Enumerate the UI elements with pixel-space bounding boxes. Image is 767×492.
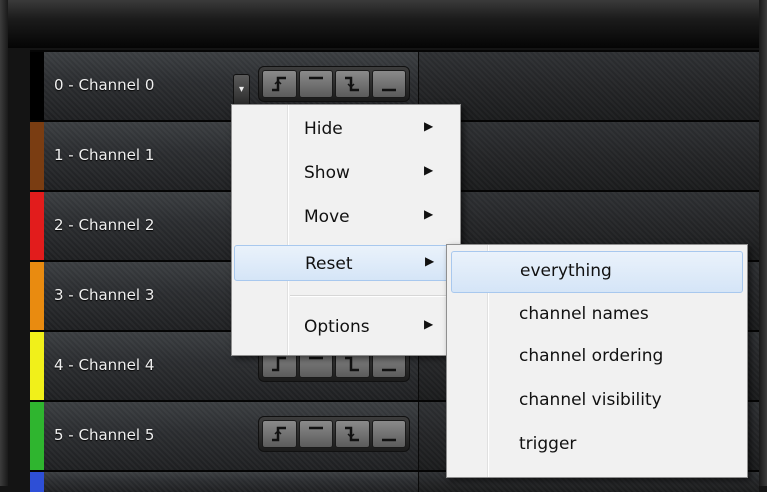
rising-edge-icon[interactable] [262, 420, 297, 448]
menu-item-move[interactable]: Move ▶ [234, 199, 458, 235]
submenu-item-channel-visibility[interactable]: channel visibility [451, 381, 743, 423]
submenu-arrow-icon: ▶ [425, 254, 435, 268]
submenu-item-label: trigger [519, 434, 577, 454]
submenu-arrow-icon: ▶ [424, 207, 434, 221]
channel-label[interactable]: 3 - Channel 3 [54, 286, 154, 304]
rising-edge-icon[interactable] [262, 70, 297, 98]
submenu-arrow-icon: ▶ [424, 119, 434, 133]
menu-item-reset[interactable]: Reset ▶ [234, 245, 458, 281]
high-level-icon[interactable] [298, 420, 333, 448]
channel-label[interactable]: 2 - Channel 2 [54, 216, 154, 234]
trigger-button-group [258, 416, 410, 452]
channel-menu-button[interactable]: ▾ [233, 74, 250, 106]
channel-color-swatch [30, 262, 44, 330]
menu-item-label: Options [304, 317, 370, 337]
top-frame [0, 0, 767, 48]
left-frame [0, 0, 8, 486]
menu-item-label: Reset [305, 254, 353, 274]
submenu-item-label: everything [520, 261, 612, 281]
submenu-item-channel-names[interactable]: channel names [451, 295, 743, 337]
submenu-arrow-icon: ▶ [424, 163, 434, 177]
menu-item-label: Move [304, 207, 350, 227]
channel-context-menu: Hide ▶ Show ▶ Move ▶ Reset ▶ Options ▶ [231, 104, 461, 356]
channel-label[interactable]: 1 - Channel 1 [54, 146, 154, 164]
reset-submenu: everything channel names channel orderin… [446, 244, 748, 478]
channel-label[interactable]: 4 - Channel 4 [54, 356, 154, 374]
submenu-arrow-icon: ▶ [424, 317, 434, 331]
low-level-icon[interactable] [371, 420, 406, 448]
menu-item-label: Show [304, 163, 350, 183]
menu-item-hide[interactable]: Hide ▶ [234, 111, 458, 147]
waveform-area[interactable] [418, 122, 759, 190]
submenu-item-channel-ordering[interactable]: channel ordering [451, 337, 743, 379]
submenu-item-everything[interactable]: everything [451, 251, 743, 293]
submenu-item-label: channel ordering [519, 346, 664, 366]
menu-item-label: Hide [304, 119, 343, 139]
menu-item-options[interactable]: Options ▶ [234, 309, 458, 345]
trigger-button-group [258, 66, 410, 102]
channel-label[interactable]: 0 - Channel 0 [54, 76, 154, 94]
high-level-icon[interactable] [298, 70, 333, 98]
submenu-item-label: channel names [519, 304, 649, 324]
channel-color-swatch [30, 332, 44, 400]
channel-color-swatch [30, 192, 44, 260]
waveform-area[interactable] [418, 52, 759, 120]
channel-label[interactable]: 5 - Channel 5 [54, 426, 154, 444]
falling-edge-icon[interactable] [335, 420, 370, 448]
channel-color-swatch [30, 52, 44, 120]
falling-edge-icon[interactable] [335, 70, 370, 98]
low-level-icon[interactable] [371, 70, 406, 98]
dropdown-arrow-icon: ▾ [238, 84, 245, 95]
right-frame [759, 0, 767, 486]
menu-item-show[interactable]: Show ▶ [234, 155, 458, 191]
submenu-item-trigger[interactable]: trigger [451, 425, 743, 467]
channel-color-swatch [30, 402, 44, 470]
submenu-item-label: channel visibility [519, 390, 662, 410]
channel-color-swatch [30, 472, 44, 492]
menu-separator [290, 295, 456, 297]
channel-color-swatch [30, 122, 44, 190]
